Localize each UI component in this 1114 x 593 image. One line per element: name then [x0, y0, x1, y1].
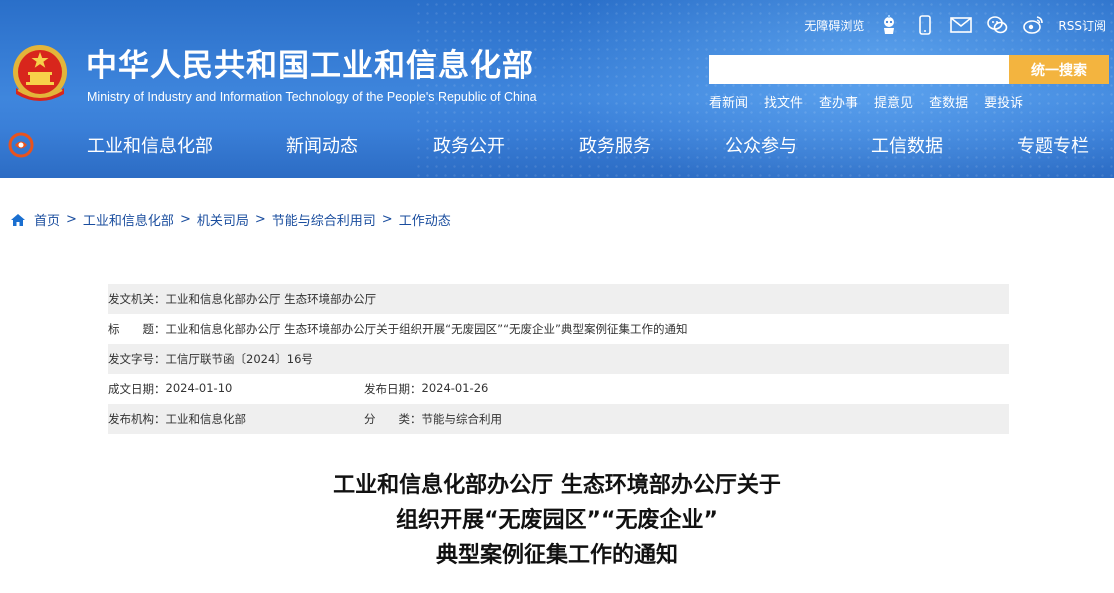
info-row-title: 标 题： 工业和信息化部办公厅 生态环境部办公厅关于组织开展“无废园区”“无废企…	[108, 314, 1009, 344]
robot-assistant-button[interactable]	[878, 14, 900, 36]
breadcrumb-separator: >	[254, 212, 266, 227]
accessibility-link[interactable]: 无障碍浏览	[804, 17, 864, 34]
nav-item-data[interactable]: 工信数据	[871, 132, 943, 158]
document-title-line: 工业和信息化部办公厅 生态环境部办公厅关于	[333, 473, 781, 498]
miit-logo-icon[interactable]	[8, 132, 34, 158]
quick-link-data[interactable]: 查数据	[929, 92, 968, 111]
quick-link-complaint[interactable]: 要投诉	[984, 92, 1023, 111]
utility-bar: 无障碍浏览 RSS订阅	[790, 12, 1106, 38]
info-row-issuer: 发文机关： 工业和信息化部办公厅 生态环境部办公厅	[108, 284, 1009, 314]
quick-link-files[interactable]: 找文件	[764, 92, 803, 111]
info-row-org-category: 发布机构： 工业和信息化部 分 类： 节能与综合利用	[108, 404, 1009, 434]
breadcrumb-separator: >	[66, 212, 77, 227]
category-value: 节能与综合利用	[421, 412, 503, 426]
created-date-value: 2024-01-10	[165, 381, 233, 395]
wechat-icon	[986, 14, 1008, 36]
mail-button[interactable]	[950, 14, 973, 36]
site-header: 中华人民共和国工业和信息化部 Ministry of Industry and …	[0, 0, 1114, 178]
weibo-icon	[1022, 14, 1044, 36]
site-title: 中华人民共和国工业和信息化部	[86, 48, 534, 84]
doc-number-value: 工信厅联节函〔2024〕16号	[165, 352, 313, 366]
mobile-button[interactable]	[914, 14, 936, 36]
weibo-button[interactable]	[1022, 14, 1044, 36]
rss-link[interactable]: RSS订阅	[1058, 17, 1106, 34]
breadcrumb-separator: >	[179, 212, 191, 227]
document-title: 工业和信息化部办公厅 生态环境部办公厅关于 组织开展“无废园区”“无废企业” 典…	[0, 468, 1114, 573]
nav-item-gov-affairs[interactable]: 政务公开	[433, 132, 505, 158]
nav-item-news[interactable]: 新闻动态	[286, 132, 358, 158]
title-value: 工业和信息化部办公厅 生态环境部办公厅关于组织开展“无废园区”“无废企业”典型案…	[165, 322, 688, 336]
doc-number-label: 发文字号：	[108, 352, 166, 366]
category-label: 分 类：	[364, 412, 422, 426]
nav-item-participation[interactable]: 公众参与	[725, 132, 797, 158]
org-value: 工业和信息化部	[165, 412, 247, 426]
search-button[interactable]: 统一搜索	[1009, 55, 1109, 84]
main-nav: 工业和信息化部 新闻动态 政务公开 政务服务 公众参与 工信数据 专题专栏	[0, 118, 1114, 174]
quick-links: 看新闻 找文件 查办事 提意见 查数据 要投诉	[709, 92, 1039, 111]
wechat-button[interactable]	[986, 14, 1008, 36]
info-row-dates: 成文日期： 2024-01-10 发布日期： 2024-01-26	[108, 374, 1009, 404]
breadcrumb-work-news[interactable]: 工作动态	[399, 210, 451, 229]
issuer-label: 发文机关：	[108, 292, 166, 306]
published-date-label: 发布日期：	[364, 382, 422, 396]
breadcrumb-separator: >	[381, 212, 393, 227]
breadcrumb: 首页 > 工业和信息化部 > 机关司局 > 节能与综合利用司 > 工作动态	[10, 210, 451, 229]
document-info-table: 发文机关： 工业和信息化部办公厅 生态环境部办公厅 标 题： 工业和信息化部办公…	[108, 284, 1009, 434]
issuer-value: 工业和信息化部办公厅 生态环境部办公厅	[165, 292, 377, 306]
national-emblem-icon	[13, 45, 67, 101]
mobile-icon	[914, 14, 936, 36]
document-title-line: 典型案例征集工作的通知	[435, 543, 678, 568]
breadcrumb-departments[interactable]: 机关司局	[197, 210, 249, 229]
breadcrumb-energy-saving-dept[interactable]: 节能与综合利用司	[272, 210, 376, 229]
robot-assistant-icon	[878, 14, 900, 36]
site-subtitle: Ministry of Industry and Information Tec…	[87, 90, 537, 104]
nav-item-miit[interactable]: 工业和信息化部	[87, 132, 213, 158]
created-date-label: 成文日期：	[108, 382, 166, 396]
published-date-value: 2024-01-26	[421, 381, 489, 395]
quick-link-feedback[interactable]: 提意见	[874, 92, 913, 111]
home-icon	[11, 213, 25, 226]
nav-item-topics[interactable]: 专题专栏	[1017, 132, 1089, 158]
mail-icon	[950, 14, 973, 36]
breadcrumb-home[interactable]: 首页	[34, 210, 60, 229]
quick-link-news[interactable]: 看新闻	[709, 92, 748, 111]
title-label: 标 题：	[108, 322, 166, 336]
org-label: 发布机构：	[108, 412, 166, 426]
document-title-line: 组织开展“无废园区”“无废企业”	[396, 508, 718, 533]
nav-item-gov-services[interactable]: 政务服务	[579, 132, 651, 158]
quick-link-services[interactable]: 查办事	[819, 92, 858, 111]
breadcrumb-miit[interactable]: 工业和信息化部	[83, 210, 174, 229]
info-row-doc-number: 发文字号： 工信厅联节函〔2024〕16号	[108, 344, 1009, 374]
search-input[interactable]	[709, 55, 1009, 84]
